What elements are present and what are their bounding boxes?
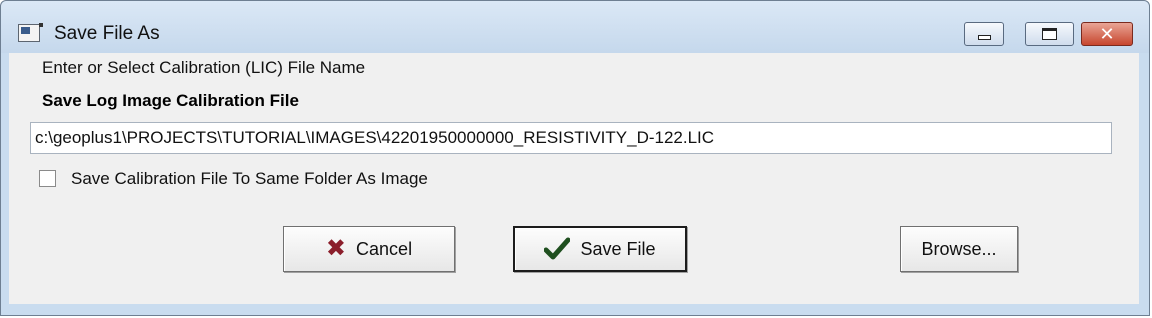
cancel-button[interactable]: ✖ Cancel — [283, 226, 455, 272]
cancel-button-label: Cancel — [356, 238, 413, 259]
file-path-input[interactable] — [30, 122, 1112, 154]
title-bar[interactable]: Save File As ✕ — [1, 1, 1149, 53]
minimize-icon — [978, 35, 991, 40]
maximize-icon — [1042, 28, 1057, 40]
window-title: Save File As — [54, 23, 160, 44]
browse-button-label: Browse... — [921, 238, 997, 259]
same-folder-checkbox-label[interactable]: Save Calibration File To Same Folder As … — [71, 169, 428, 189]
section-heading: Save Log Image Calibration File — [42, 91, 299, 110]
close-icon: ✕ — [1099, 24, 1115, 44]
close-button[interactable]: ✕ — [1081, 22, 1133, 46]
app-icon-image — [21, 27, 30, 34]
browse-button[interactable]: Browse... — [900, 226, 1018, 272]
dialog-body: Enter or Select Calibration (LIC) File N… — [9, 53, 1139, 304]
minimize-button[interactable] — [964, 22, 1004, 46]
same-folder-checkbox[interactable] — [39, 170, 56, 187]
save-file-button-label: Save File — [580, 238, 656, 259]
window-app-icon[interactable] — [18, 23, 43, 42]
file-name-prompt: Enter or Select Calibration (LIC) File N… — [42, 58, 366, 77]
checkmark-icon — [544, 237, 571, 260]
x-mark-icon: ✖ — [325, 235, 347, 262]
maximize-button[interactable] — [1025, 22, 1074, 46]
app-icon-dot — [39, 23, 43, 27]
save-file-button[interactable]: Save File — [513, 226, 687, 272]
save-file-as-dialog: Save File As ✕ Enter or Select Calibrati… — [0, 0, 1150, 316]
